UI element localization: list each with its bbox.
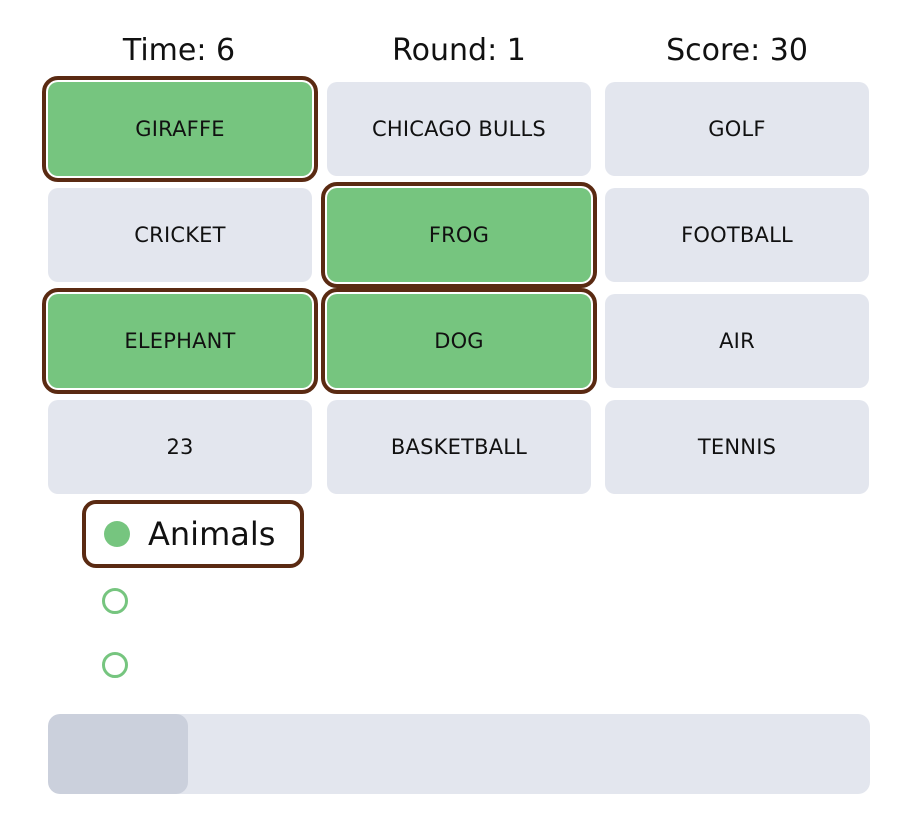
word-tile[interactable]: CHICAGO BULLS [327,82,591,176]
tile-label: DOG [434,329,484,353]
word-grid: GIRAFFE CHICAGO BULLS GOLF CRICKET FROG … [42,76,870,495]
found-category-box: Animals [82,500,304,568]
tile-label: GIRAFFE [135,117,225,141]
word-tile[interactable]: FROG [321,182,597,288]
empty-circle-icon [102,652,128,678]
tile-label: AIR [719,329,755,353]
progress-bar[interactable] [48,714,870,794]
filled-circle-icon [104,521,130,547]
word-tile[interactable]: ELEPHANT [42,288,318,394]
tile-label: 23 [166,435,194,459]
tile-label: ELEPHANT [124,329,236,353]
word-tile[interactable]: CRICKET [48,188,312,282]
word-tile[interactable]: DOG [321,288,597,394]
tile-label: GOLF [708,117,766,141]
word-tile[interactable]: 23 [48,400,312,494]
tile-label: TENNIS [697,435,777,459]
tile-label: CHICAGO BULLS [372,117,546,141]
word-tile[interactable]: FOOTBALL [605,188,869,282]
tile-label: BASKETBALL [390,435,528,459]
tile-label: FROG [428,223,490,247]
word-tile[interactable]: TENNIS [605,400,869,494]
progress-fill [48,714,188,794]
word-tile[interactable]: GIRAFFE [42,76,318,182]
round-counter: Round: 1 [392,33,526,68]
category-label: Animals [148,515,276,553]
empty-circle-icon [102,588,128,614]
word-tile[interactable]: BASKETBALL [327,400,591,494]
tile-label: CRICKET [134,223,226,247]
word-tile[interactable]: GOLF [605,82,869,176]
word-tile[interactable]: AIR [605,294,869,388]
tile-label: FOOTBALL [681,223,793,247]
time-counter: Time: 6 [122,33,236,68]
stats-bar: Time: 6 Round: 1 Score: 30 [48,30,870,72]
score-counter: Score: 30 [666,33,808,68]
